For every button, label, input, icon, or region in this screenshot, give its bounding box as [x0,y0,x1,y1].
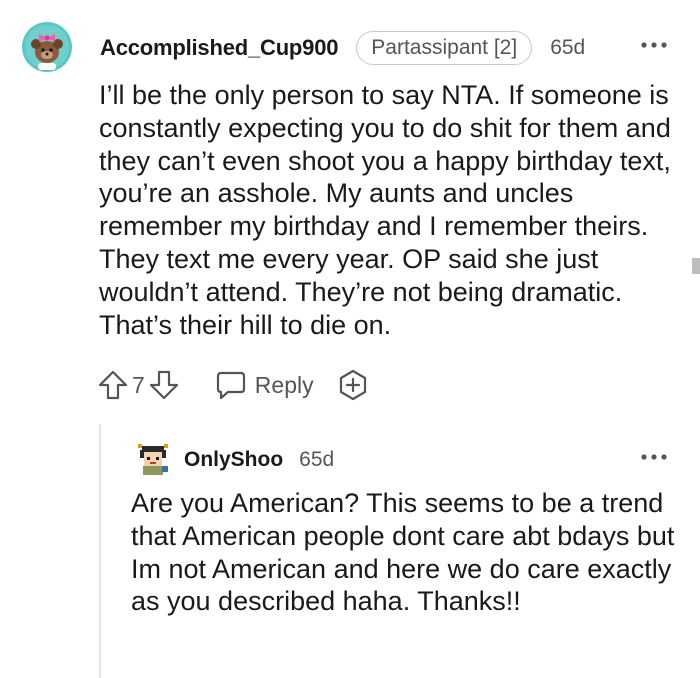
reply-age: 65d [299,448,335,471]
vote-count: 7 [132,371,145,398]
thread-line[interactable] [99,424,101,678]
reply-button[interactable]: Reply [215,370,314,400]
reply-body: Are you American? This seems to be a tre… [131,488,675,617]
reply-username[interactable]: OnlyShoo [184,448,283,472]
downvote-icon[interactable] [147,368,181,402]
more-options-icon [641,454,667,460]
comment-actions: 7 Reply [96,364,370,406]
user-flair: Partassipant [2] [356,31,533,65]
award-add-icon[interactable] [336,368,370,402]
reply-user-avatar[interactable] [134,440,172,478]
comment-body: I’ll be the only person to say NTA. If s… [99,80,671,340]
scrollbar-thumb[interactable] [692,258,700,274]
username[interactable]: Accomplished_Cup900 [100,35,338,61]
reply-bubble-icon [216,371,245,400]
more-options-button[interactable] [640,37,668,53]
avatar-pink-bow-icon [22,22,72,72]
reply-more-options-button[interactable] [640,449,668,465]
reply-header: OnlyShoo 65d [184,445,334,475]
comment-age: 65d [550,36,586,59]
comment-header: Accomplished_Cup900 Partassipant [2] 65d [100,31,586,65]
user-avatar[interactable] [22,22,72,72]
upvote-icon[interactable] [96,368,130,402]
avatar-pixel-character-icon [138,444,168,475]
reply-label: Reply [254,371,314,398]
more-options-icon [641,42,667,48]
